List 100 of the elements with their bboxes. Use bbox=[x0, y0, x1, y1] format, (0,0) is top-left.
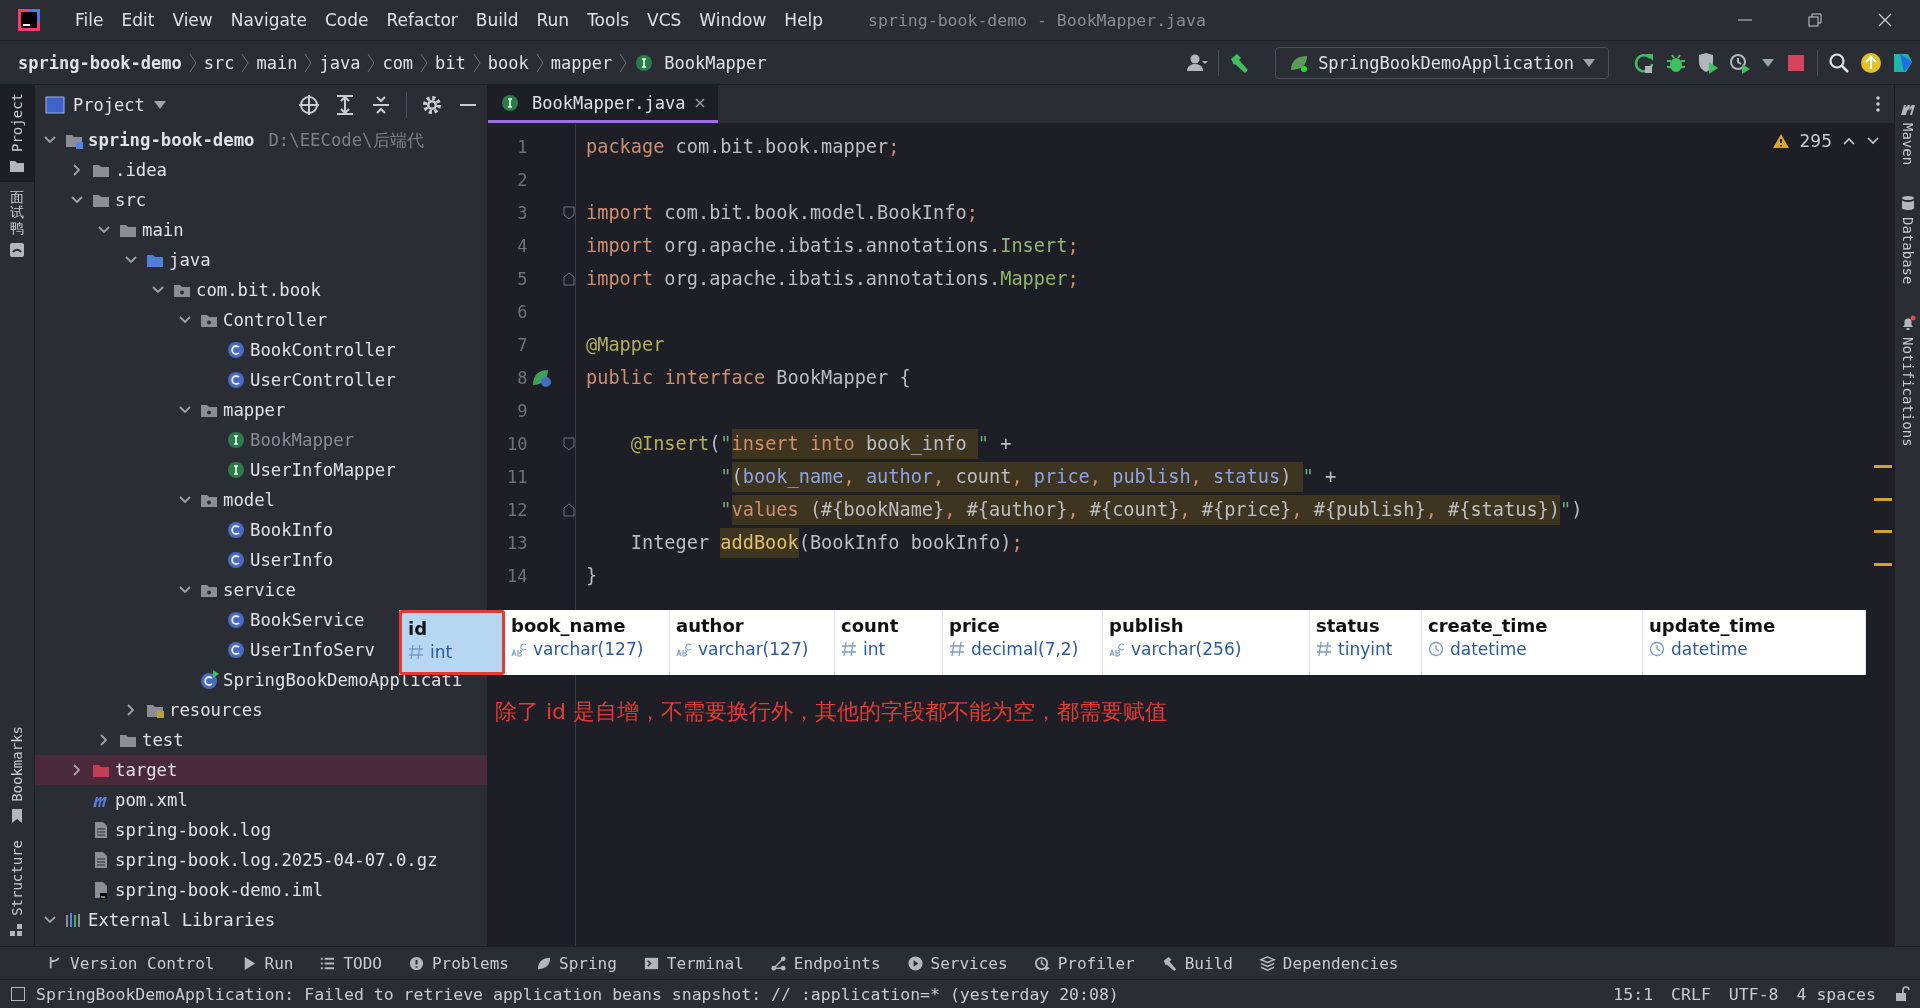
tree-item-label[interactable]: UserInfoServ bbox=[250, 640, 375, 660]
tree-item-label[interactable]: mapper bbox=[223, 400, 286, 420]
tree-item-label[interactable]: pom.xml bbox=[115, 790, 188, 810]
tool-window-button[interactable]: Notifications bbox=[1895, 306, 1920, 455]
tree-item-label[interactable]: test bbox=[142, 730, 184, 750]
fold-icon[interactable] bbox=[563, 205, 575, 220]
breadcrumb[interactable]: com bbox=[382, 52, 414, 73]
breadcrumb[interactable]: BookMapper bbox=[664, 52, 767, 73]
tool-window-button[interactable]: Database bbox=[1895, 187, 1920, 293]
tool-window-button[interactable]: Profiler bbox=[1033, 953, 1135, 973]
fold-icon[interactable] bbox=[563, 271, 575, 286]
caret-icon[interactable] bbox=[1761, 57, 1775, 68]
breadcrumb[interactable]: mapper bbox=[550, 52, 613, 73]
warning-icon[interactable] bbox=[1771, 133, 1790, 149]
status-item[interactable]: UTF-8 bbox=[1728, 984, 1779, 1004]
tool-window-button[interactable]: Terminal bbox=[642, 953, 744, 973]
tool-window-button[interactable]: Build bbox=[1160, 953, 1233, 973]
menu-item[interactable]: Refactor bbox=[377, 6, 467, 34]
warning-count[interactable]: 295 bbox=[1799, 131, 1832, 151]
tool-window-button[interactable]: TODO bbox=[319, 953, 382, 973]
status-item[interactable]: 15:1 bbox=[1613, 984, 1654, 1004]
menu-item[interactable]: Tools bbox=[578, 6, 638, 34]
menu-item[interactable]: Help bbox=[775, 6, 833, 34]
menu-item[interactable]: Navigate bbox=[221, 6, 316, 34]
tool-window-button[interactable]: Project bbox=[0, 85, 34, 182]
status-item[interactable]: 4 spaces bbox=[1796, 984, 1876, 1004]
rerun-icon[interactable] bbox=[1633, 51, 1655, 74]
tree-item-label[interactable]: java bbox=[169, 250, 211, 270]
locate-icon[interactable] bbox=[298, 94, 320, 116]
menu-item[interactable]: Code bbox=[316, 6, 378, 34]
profiler-icon[interactable] bbox=[1729, 51, 1751, 74]
chevron-right-icon bbox=[240, 51, 251, 74]
expand-all-icon[interactable] bbox=[334, 94, 356, 116]
menu-item[interactable]: Run bbox=[527, 6, 579, 34]
tree-item-label[interactable]: BookService bbox=[250, 610, 365, 630]
tool-window-button[interactable]: Problems bbox=[407, 953, 509, 973]
tree-item-label[interactable]: Controller bbox=[223, 310, 328, 330]
tool-window-button[interactable]: Services bbox=[906, 953, 1008, 973]
tree-item-label[interactable]: model bbox=[223, 490, 276, 510]
tool-window-button[interactable]: Run bbox=[240, 953, 294, 973]
breadcrumb[interactable]: spring-book-demo bbox=[18, 52, 182, 73]
breadcrumb[interactable]: src bbox=[203, 52, 235, 73]
update-icon[interactable] bbox=[1860, 51, 1882, 74]
menu-item[interactable]: Build bbox=[466, 6, 528, 34]
tool-window-button[interactable]: Maven bbox=[1895, 93, 1920, 174]
menu-item[interactable]: File bbox=[66, 6, 113, 34]
tree-item-label[interactable]: spring-book-demo.iml bbox=[115, 880, 324, 900]
tree-item-label[interactable]: spring-book.log.2025-04-07.0.gz bbox=[115, 850, 438, 870]
tool-window-button[interactable]: Version Control bbox=[46, 953, 215, 973]
panel-title[interactable]: Project bbox=[73, 95, 145, 115]
line-number: 1 bbox=[516, 136, 528, 157]
fold-icon[interactable] bbox=[563, 502, 575, 517]
tree-item-label[interactable]: service bbox=[223, 580, 296, 600]
column-header: publish varchar(256) bbox=[1103, 610, 1310, 675]
tool-window-button[interactable]: Dependencies bbox=[1258, 953, 1399, 973]
tree-item-label[interactable]: target bbox=[115, 760, 178, 780]
run-configuration-dropdown[interactable]: SpringBookDemoApplication bbox=[1275, 46, 1609, 79]
tree-item-label[interactable]: UserInfoMapper bbox=[250, 460, 396, 480]
menu-item[interactable]: VCS bbox=[638, 6, 691, 34]
tree-item-label[interactable]: UserInfo bbox=[250, 550, 334, 570]
search-icon[interactable] bbox=[1828, 51, 1850, 74]
menu-item[interactable]: View bbox=[163, 6, 222, 34]
tool-window-button[interactable]: 面试鸭 bbox=[0, 182, 34, 267]
chevron-right-icon bbox=[419, 51, 430, 74]
tree-item-label[interactable]: spring-book-demo bbox=[88, 130, 255, 150]
breadcrumb[interactable]: java bbox=[319, 52, 361, 73]
tree-item-label[interactable]: main bbox=[142, 220, 184, 240]
line-number: 3 bbox=[516, 202, 528, 223]
tree-item-label[interactable]: External Libraries bbox=[88, 910, 276, 930]
breadcrumb[interactable]: bit bbox=[435, 52, 466, 73]
shield-play-icon[interactable] bbox=[1697, 51, 1719, 74]
tree-item-label[interactable]: BookController bbox=[250, 340, 396, 360]
tool-window-button[interactable]: Spring bbox=[535, 953, 617, 973]
tree-item-label[interactable]: BookMapper bbox=[250, 430, 355, 450]
caret-icon[interactable] bbox=[152, 100, 167, 110]
menu-item[interactable]: Window bbox=[690, 6, 776, 34]
caret-icon bbox=[1582, 57, 1596, 68]
tool-window-button[interactable]: Bookmarks bbox=[0, 718, 34, 833]
status-item[interactable]: CRLF bbox=[1671, 984, 1711, 1004]
close-icon[interactable] bbox=[693, 96, 706, 109]
menu-item[interactable]: Edit bbox=[112, 6, 164, 34]
tool-window-button[interactable]: Structure bbox=[0, 832, 34, 946]
panel-toggle-icon[interactable] bbox=[10, 986, 26, 1002]
tree-item-label[interactable]: resources bbox=[169, 700, 263, 720]
tree-item-label[interactable]: BookInfo bbox=[250, 520, 334, 540]
tree-item-label[interactable]: .idea bbox=[115, 160, 168, 180]
tool-window-button[interactable]: Endpoints bbox=[769, 953, 881, 973]
tree-item-label[interactable]: com.bit.book bbox=[196, 280, 321, 300]
editor-tab[interactable]: BookMapper.java bbox=[488, 85, 718, 123]
toolbox-logo-icon[interactable] bbox=[1892, 51, 1914, 74]
collapse-all-icon[interactable] bbox=[370, 94, 392, 116]
settings-icon[interactable] bbox=[421, 94, 443, 116]
breadcrumb[interactable]: main bbox=[256, 52, 298, 73]
tree-item-label[interactable]: UserController bbox=[250, 370, 396, 390]
tree-item-label[interactable]: spring-book.log bbox=[115, 820, 272, 840]
fold-icon[interactable] bbox=[563, 436, 575, 451]
lock-icon[interactable] bbox=[1894, 986, 1910, 1002]
breadcrumb[interactable]: book bbox=[487, 52, 529, 73]
tree-item-label[interactable]: src bbox=[115, 190, 147, 210]
app-logo-icon[interactable] bbox=[16, 7, 42, 33]
